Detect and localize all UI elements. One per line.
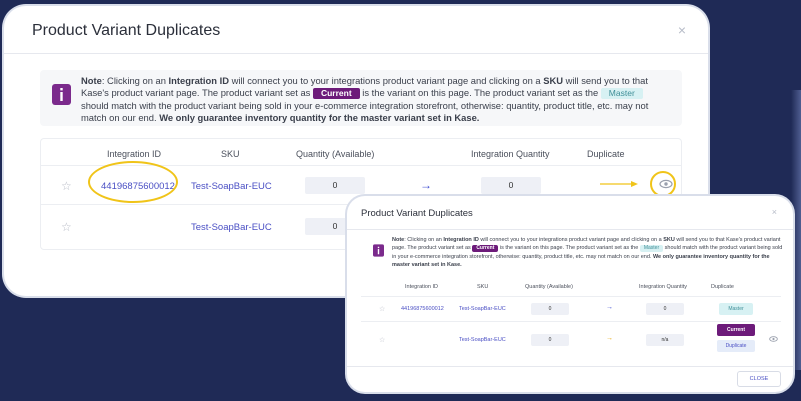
- star-icon[interactable]: ☆: [61, 179, 72, 193]
- quantity-field[interactable]: 0: [531, 334, 569, 346]
- info-note: Note: Clicking on an Integration ID will…: [361, 234, 783, 268]
- col-integration-quantity: Integration Quantity: [471, 149, 550, 159]
- info-note: Note: Clicking on an Integration ID will…: [40, 70, 682, 126]
- modal-header: Product Variant Duplicates ×: [347, 196, 793, 230]
- sku-link[interactable]: Test-SoapBar-EUC: [191, 181, 272, 192]
- info-icon: [52, 84, 71, 105]
- modal-footer: CLOSE: [347, 366, 793, 392]
- integration-quantity-field[interactable]: n/a: [646, 334, 684, 346]
- eye-icon[interactable]: [769, 335, 778, 343]
- master-pill: Master: [639, 245, 664, 253]
- col-sku: SKU: [221, 149, 240, 159]
- modal-header: Product Variant Duplicates ×: [4, 6, 708, 54]
- highlight-arrow-icon: [600, 181, 638, 187]
- integration-id-link[interactable]: 44196875600012: [401, 306, 444, 312]
- duplicates-table: Integration ID SKU Quantity (Available) …: [361, 280, 781, 362]
- highlight-circle: [88, 161, 178, 203]
- modal-title: Product Variant Duplicates: [32, 22, 221, 39]
- current-badge: Current: [717, 324, 755, 336]
- master-badge: Master: [719, 303, 753, 315]
- master-pill: Master: [600, 88, 643, 100]
- close-button[interactable]: CLOSE: [737, 371, 781, 387]
- col-integration-quantity: Integration Quantity: [639, 284, 688, 290]
- sku-link[interactable]: Test-SoapBar-EUC: [191, 222, 272, 233]
- note-text: Note: Clicking on an Integration ID will…: [392, 237, 783, 268]
- arrow-right-icon: →: [606, 335, 613, 342]
- close-icon[interactable]: ×: [772, 207, 777, 217]
- integration-quantity-field[interactable]: 0: [481, 177, 541, 194]
- modal-title: Product Variant Duplicates: [361, 208, 473, 219]
- col-integration-id: Integration ID: [405, 284, 439, 290]
- close-icon[interactable]: ×: [678, 22, 686, 38]
- sku-link[interactable]: Test-SoapBar-EUC: [459, 306, 506, 312]
- star-icon[interactable]: ☆: [379, 336, 385, 344]
- col-duplicate: Duplicate: [711, 284, 734, 290]
- col-quantity: Quantity (Available): [296, 149, 375, 159]
- star-icon[interactable]: ☆: [61, 220, 72, 234]
- quantity-field[interactable]: 0: [305, 177, 365, 194]
- variant-duplicates-modal-zoom: Product Variant Duplicates × Note: Click…: [347, 196, 793, 392]
- sku-link[interactable]: Test-SoapBar-EUC: [459, 337, 506, 343]
- col-quantity: Quantity (Available): [525, 284, 573, 290]
- info-icon: [373, 244, 384, 257]
- current-pill: Current: [472, 245, 499, 253]
- quantity-field[interactable]: 0: [531, 303, 569, 315]
- highlight-circle: [650, 171, 676, 197]
- col-sku: SKU: [477, 284, 489, 290]
- star-icon[interactable]: ☆: [379, 305, 385, 313]
- arrow-right-icon: →: [606, 304, 613, 311]
- arrow-right-icon: →: [420, 178, 432, 192]
- col-duplicate: Duplicate: [587, 149, 625, 159]
- integration-quantity-field[interactable]: 0: [646, 303, 684, 315]
- table-row: ☆ 44196875600012 Test-SoapBar-EUC 0 → 0 …: [361, 296, 781, 322]
- duplicate-button[interactable]: Duplicate: [717, 340, 755, 352]
- current-pill: Current: [312, 88, 360, 100]
- table-row: ☆ Test-SoapBar-EUC 0 → n/a Current Dupli…: [361, 322, 781, 360]
- note-text: Note: Clicking on an Integration ID will…: [81, 75, 649, 123]
- col-integration-id: Integration ID: [107, 149, 162, 159]
